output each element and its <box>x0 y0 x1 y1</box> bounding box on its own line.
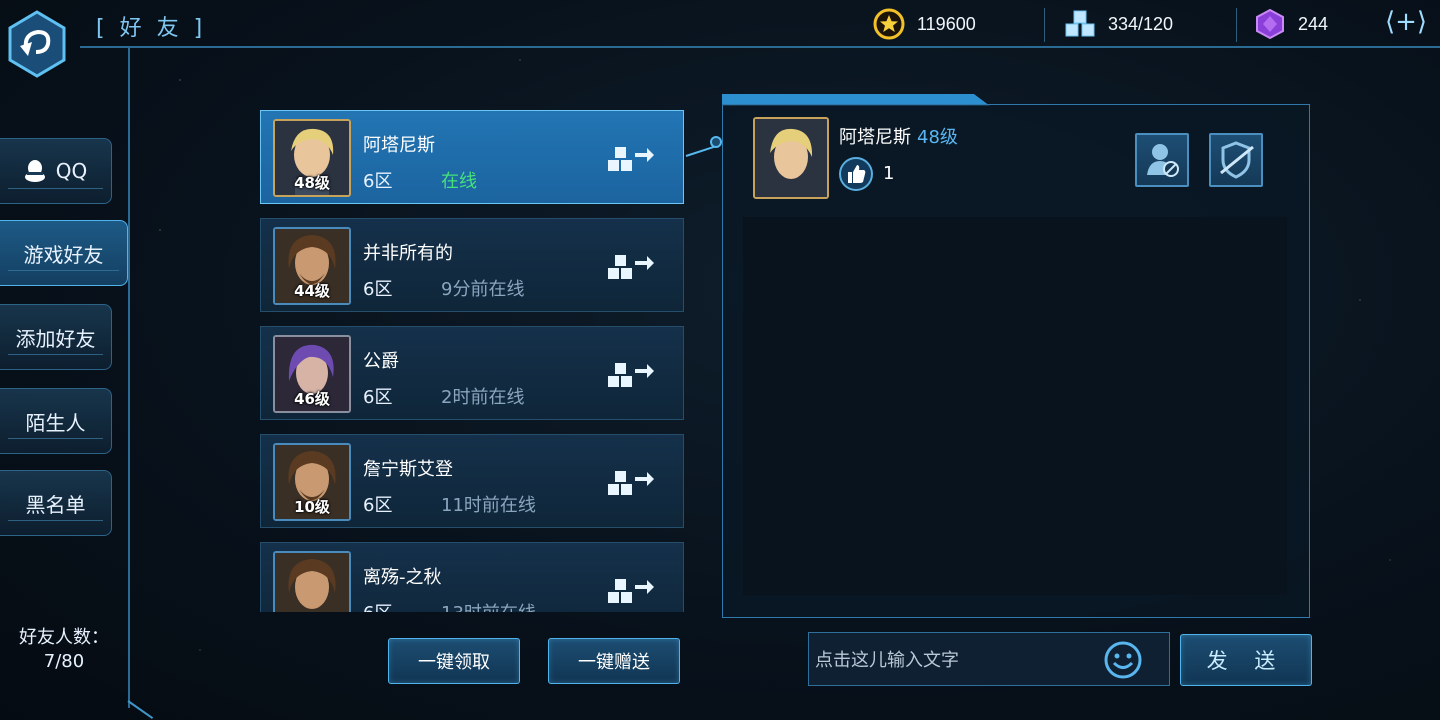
chat-level-text: 48级 <box>917 127 958 148</box>
send-cubes-icon[interactable] <box>605 141 655 177</box>
selection-dot <box>710 136 722 148</box>
block-button[interactable] <box>1209 133 1263 187</box>
like-count: 1 <box>883 163 895 184</box>
friend-level: 48级 <box>294 174 330 192</box>
tab-add-friend[interactable]: 添加好友 <box>0 304 112 370</box>
avatar: 48级 <box>273 119 351 197</box>
tab-strangers-label: 陌生人 <box>25 410 86 435</box>
send-cubes-icon[interactable] <box>605 573 655 609</box>
purple-gem-icon <box>1256 8 1284 40</box>
divider <box>1236 8 1237 42</box>
frame-corner-line <box>127 700 154 720</box>
friend-zone: 6区 <box>363 599 392 612</box>
plus-icon: ⟨+⟩ <box>1384 7 1428 37</box>
chat-name-text: 阿塔尼斯 <box>839 127 911 148</box>
avatar <box>273 551 351 612</box>
tab-strangers[interactable]: 陌生人 <box>0 388 112 454</box>
friend-status: 9分前在线 <box>441 279 525 300</box>
friend-status: 在线 <box>441 171 477 192</box>
coin-star-icon <box>873 8 905 40</box>
chat-friend-name: 阿塔尼斯 48级 <box>839 123 958 149</box>
friend-count: 好友人数： 7/80 <box>14 626 114 674</box>
back-button[interactable] <box>6 10 68 78</box>
chat-input-box[interactable] <box>808 632 1170 686</box>
smiley-icon[interactable] <box>1103 640 1143 680</box>
friend-zone: 6区 <box>363 279 393 300</box>
friend-zone: 6区 <box>363 495 393 516</box>
chat-panel: 阿塔尼斯 48级 1 <box>722 104 1310 618</box>
tab-blacklist-label: 黑名单 <box>25 492 86 517</box>
tab-game-friends[interactable]: 游戏好友 <box>0 220 128 286</box>
claim-all-button[interactable]: 一键领取 <box>388 638 520 684</box>
block-shield-icon <box>1220 141 1254 179</box>
friend-zone: 6区 <box>363 387 393 408</box>
friend-zone: 6区 <box>363 171 393 192</box>
friend-row[interactable]: 离殇-之秋 6区 13时前在线 <box>260 542 684 612</box>
send-cubes-icon[interactable] <box>605 465 655 501</box>
frame-top-line <box>80 46 1440 48</box>
portrait-blonde <box>755 119 827 197</box>
tab-game-friends-label: 游戏好友 <box>23 242 104 267</box>
chat-input[interactable] <box>815 645 1095 675</box>
chat-avatar[interactable] <box>753 117 829 199</box>
avatar: 10级 <box>273 443 351 521</box>
friend-level: 44级 <box>294 282 330 300</box>
tab-blacklist[interactable]: 黑名单 <box>0 470 112 536</box>
friend-level: 46级 <box>294 390 330 408</box>
friend-level: 10级 <box>294 498 330 516</box>
friend-name: 阿塔尼斯 <box>363 135 435 156</box>
back-arrow-icon <box>8 10 66 78</box>
send-cubes-icon[interactable] <box>605 249 655 285</box>
frame-left-line <box>128 48 130 708</box>
gem-counter: 244 <box>1254 8 1328 40</box>
friend-row[interactable]: 44级 并非所有的 6区 9分前在线 <box>260 218 684 312</box>
gem-value: 244 <box>1298 13 1329 34</box>
avatar: 46级 <box>273 335 351 413</box>
cubes-value: 334/120 <box>1108 13 1174 34</box>
friend-list[interactable]: 48级 阿塔尼斯 6区 在线 44级 并非所有的 6区 9分前在线 46级 公爵… <box>258 108 688 612</box>
friend-count-value: 7/80 <box>43 651 85 672</box>
add-resource-button[interactable]: ⟨+⟩ <box>1384 8 1428 38</box>
friend-name: 并非所有的 <box>363 243 453 264</box>
thumbs-up-icon[interactable] <box>839 157 873 191</box>
send-button[interactable]: 发 送 <box>1180 634 1312 686</box>
send-cubes-icon[interactable] <box>605 357 655 393</box>
message-area[interactable] <box>743 217 1287 595</box>
friend-name: 詹宁斯艾登 <box>363 459 453 480</box>
friend-status: 11时前在线 <box>441 495 536 516</box>
cubes-counter: 334/120 <box>1064 8 1173 40</box>
gift-all-button[interactable]: 一键赠送 <box>548 638 680 684</box>
avatar: 44级 <box>273 227 351 305</box>
remove-friend-icon <box>1147 144 1179 177</box>
tab-qq-label: QQ <box>55 159 88 183</box>
friend-row[interactable]: 48级 阿塔尼斯 6区 在线 <box>260 110 684 204</box>
page-title: [ 好 友 ] <box>96 16 207 41</box>
friend-status: 13时前在线 <box>441 599 536 612</box>
tab-qq[interactable]: QQ <box>0 138 112 204</box>
selection-connector <box>685 145 715 157</box>
friend-name: 离殇-之秋 <box>363 567 442 588</box>
gold-value: 119600 <box>917 13 976 34</box>
gold-counter: 119600 <box>873 8 976 40</box>
cube-stack-icon <box>1065 10 1095 37</box>
friend-row[interactable]: 10级 詹宁斯艾登 6区 11时前在线 <box>260 434 684 528</box>
tab-add-friend-label: 添加好友 <box>15 326 96 351</box>
friend-row[interactable]: 46级 公爵 6区 2时前在线 <box>260 326 684 420</box>
friend-name: 公爵 <box>363 351 399 372</box>
remove-friend-button[interactable] <box>1135 133 1189 187</box>
friend-count-label: 好友人数： <box>19 627 109 648</box>
friend-status: 2时前在线 <box>441 387 525 408</box>
divider <box>1044 8 1045 42</box>
qq-penguin-icon <box>24 160 45 182</box>
portrait-bearded <box>275 553 349 612</box>
